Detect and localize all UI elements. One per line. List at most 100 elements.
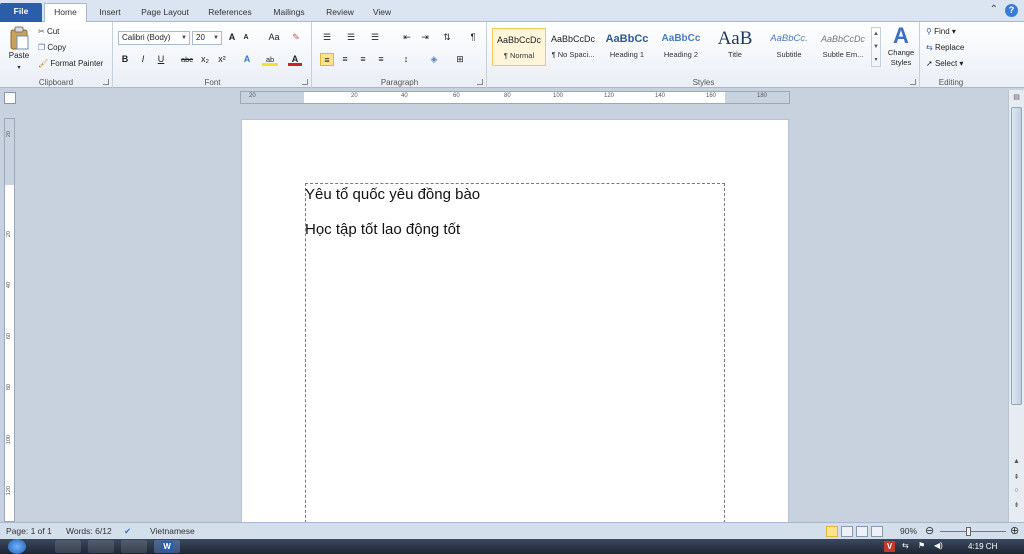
- cut-button[interactable]: ✂ Cut: [38, 26, 59, 38]
- vertical-scrollbar[interactable]: ▤ ▲ ⇞ ○ ⇟: [1008, 90, 1024, 522]
- highlight-button[interactable]: ab: [262, 53, 278, 66]
- line-spacing-icon[interactable]: ↕: [399, 53, 413, 66]
- proofing-icon[interactable]: ✔: [124, 526, 131, 537]
- zoom-level[interactable]: 90%: [900, 526, 917, 536]
- bold-button[interactable]: B: [118, 53, 132, 66]
- font-size-combo[interactable]: 20 ▼: [192, 31, 222, 45]
- align-right-icon[interactable]: ≡: [356, 53, 370, 66]
- next-page-icon[interactable]: ⇟: [1010, 501, 1023, 509]
- language-indicator[interactable]: Vietnamese: [150, 526, 195, 536]
- dialog-launcher-icon[interactable]: [910, 79, 916, 85]
- show-formatting-button[interactable]: ¶: [466, 31, 480, 44]
- select-button[interactable]: ➚ Select ▾: [926, 58, 963, 70]
- zoom-slider[interactable]: [940, 531, 1006, 532]
- word-count[interactable]: Words: 6/12: [66, 526, 112, 536]
- document-line-1[interactable]: Yêu tổ quốc yêu đồng bào: [305, 186, 480, 203]
- cursor-icon: ➚: [926, 59, 933, 68]
- minimize-ribbon-icon[interactable]: ⌃: [990, 4, 998, 15]
- replace-button[interactable]: ⇆ Replace: [926, 42, 964, 54]
- web-layout-view-icon[interactable]: [856, 526, 868, 537]
- style-heading-1[interactable]: AaBbCc Heading 1: [600, 28, 654, 66]
- ribbon-tab-bar: File Home Insert Page Layout References …: [0, 0, 1024, 22]
- browse-object-icon[interactable]: ○: [1010, 487, 1023, 494]
- change-styles-button[interactable]: A Change Styles: [884, 24, 918, 68]
- print-layout-view-icon[interactable]: [826, 526, 838, 537]
- help-icon[interactable]: ?: [1005, 4, 1018, 17]
- tray-flag-icon[interactable]: ⚑: [918, 541, 925, 550]
- network-icon[interactable]: ⇆: [902, 541, 909, 550]
- browser-taskbar-icon[interactable]: [88, 540, 114, 553]
- word-taskbar-icon[interactable]: W: [154, 540, 180, 553]
- font-color-button[interactable]: A: [288, 53, 302, 66]
- paragraph-group-label: Paragraph: [380, 78, 419, 87]
- style-subtle-emphasis[interactable]: AaBbCcDc Subtle Em...: [816, 28, 870, 66]
- superscript-button[interactable]: x²: [215, 53, 229, 66]
- italic-button[interactable]: I: [136, 53, 150, 66]
- start-button[interactable]: [8, 539, 26, 554]
- outline-view-icon[interactable]: [871, 526, 883, 537]
- multilevel-list-icon[interactable]: ☰: [368, 31, 382, 44]
- change-case-button[interactable]: Aa: [264, 31, 284, 44]
- subscript-button[interactable]: x₂: [198, 53, 212, 66]
- style-no-spacing[interactable]: AaBbCcDc ¶ No Spaci...: [546, 28, 600, 66]
- prev-page-icon[interactable]: ⇞: [1010, 473, 1023, 481]
- find-button[interactable]: ⚲ Find ▾: [926, 26, 956, 38]
- style-heading-2[interactable]: AaBbCc Heading 2: [654, 28, 708, 66]
- strikethrough-button[interactable]: abc: [178, 53, 196, 66]
- increase-indent-icon[interactable]: ⇥: [418, 31, 432, 44]
- tab-insert[interactable]: Insert: [92, 4, 128, 22]
- format-painter-button[interactable]: 🖌 Format Painter: [38, 58, 103, 70]
- zoom-in-icon[interactable]: ⊕: [1010, 524, 1019, 537]
- decrease-indent-icon[interactable]: ⇤: [400, 31, 414, 44]
- style-subtitle[interactable]: AaBbCc. Subtitle: [762, 28, 816, 66]
- text-effects-button[interactable]: A: [240, 53, 254, 66]
- scroll-up-icon[interactable]: ▲: [1010, 458, 1023, 465]
- shading-icon[interactable]: ◈: [427, 53, 441, 66]
- ruler-toggle-icon[interactable]: ▤: [1010, 93, 1023, 101]
- align-center-icon[interactable]: ≡: [338, 53, 352, 66]
- numbering-icon[interactable]: ☰: [344, 31, 358, 44]
- tab-mailings[interactable]: Mailings: [265, 4, 313, 22]
- page-count[interactable]: Page: 1 of 1: [6, 526, 52, 536]
- clear-formatting-icon[interactable]: ✎: [289, 31, 303, 44]
- shrink-font-button[interactable]: A: [239, 31, 253, 44]
- scroll-thumb[interactable]: [1011, 107, 1022, 405]
- tab-review[interactable]: Review: [319, 4, 361, 22]
- dialog-launcher-icon[interactable]: [103, 79, 109, 85]
- ruler-tick: 60: [453, 93, 460, 99]
- volume-icon[interactable]: ◀): [934, 541, 943, 550]
- document-line-2[interactable]: Học tập tốt lao động tốt: [305, 221, 460, 238]
- underline-button[interactable]: U: [154, 53, 168, 66]
- clock[interactable]: 4:19 CH: [968, 542, 997, 551]
- ruler-tick: 20: [6, 131, 12, 138]
- horizontal-ruler[interactable]: 20 20 40 60 80 100 120 140 160 180: [240, 91, 790, 104]
- zoom-out-icon[interactable]: ⊖: [925, 524, 934, 537]
- borders-icon[interactable]: ⊞: [453, 53, 467, 66]
- tab-view[interactable]: View: [366, 4, 398, 22]
- tab-selector-button[interactable]: [4, 92, 16, 104]
- explorer-taskbar-icon[interactable]: [55, 540, 81, 553]
- bullets-icon[interactable]: ☰: [320, 31, 334, 44]
- font-name-combo[interactable]: Calibri (Body) ▼: [118, 31, 190, 45]
- align-left-icon[interactable]: ≡: [320, 53, 334, 66]
- justify-icon[interactable]: ≡: [374, 53, 388, 66]
- vertical-ruler[interactable]: 20 20 40 60 80 100 120: [4, 118, 15, 522]
- styles-scroll[interactable]: ▲ ▼ ▾: [871, 27, 881, 67]
- style-normal[interactable]: AaBbCcDc ¶ Normal: [492, 28, 546, 66]
- tab-home[interactable]: Home: [44, 3, 87, 22]
- paste-button[interactable]: Paste ▾: [6, 26, 32, 74]
- dialog-launcher-icon[interactable]: [302, 79, 308, 85]
- tab-file[interactable]: File: [0, 3, 42, 22]
- grow-font-button[interactable]: A: [225, 31, 239, 44]
- ruler-tick: 80: [504, 93, 511, 99]
- style-title[interactable]: AaB Title: [708, 28, 762, 66]
- copy-button[interactable]: ❐ Copy: [38, 42, 66, 54]
- dialog-launcher-icon[interactable]: [477, 79, 483, 85]
- full-screen-view-icon[interactable]: [841, 526, 853, 537]
- media-taskbar-icon[interactable]: [121, 540, 147, 553]
- zoom-slider-thumb[interactable]: [966, 527, 971, 536]
- tab-page-layout[interactable]: Page Layout: [134, 4, 196, 22]
- sort-icon[interactable]: ⇅: [440, 31, 454, 44]
- tray-app-icon[interactable]: V: [884, 541, 895, 552]
- tab-references[interactable]: References: [202, 4, 258, 22]
